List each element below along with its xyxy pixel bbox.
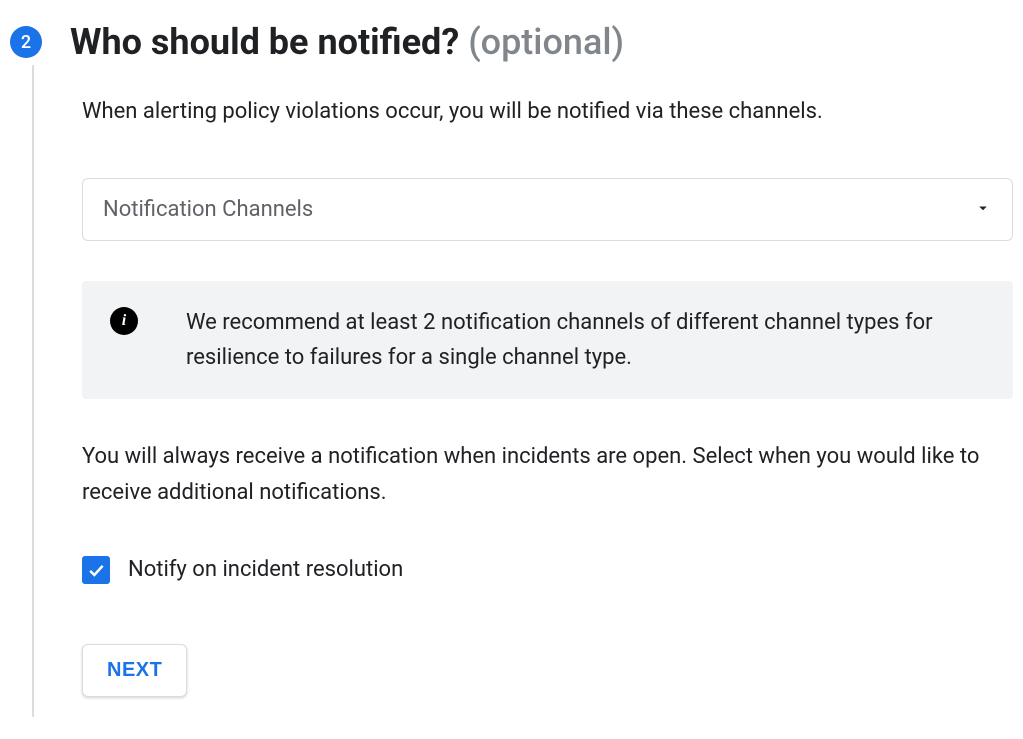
dropdown-label: Notification Channels	[103, 197, 313, 222]
notify-resolution-checkbox-row[interactable]: Notify on incident resolution	[82, 556, 1013, 584]
info-icon: i	[110, 307, 138, 335]
info-banner-text: We recommend at least 2 notification cha…	[186, 305, 985, 375]
notify-resolution-label: Notify on incident resolution	[128, 557, 403, 582]
checkmark-icon	[86, 560, 106, 580]
chevron-down-icon	[974, 199, 992, 221]
notification-channels-dropdown[interactable]: Notification Channels	[82, 178, 1013, 241]
info-banner: i We recommend at least 2 notification c…	[82, 281, 1013, 399]
step-title: Who should be notified? (optional)	[70, 20, 624, 65]
step-optional-label: (optional)	[468, 21, 624, 63]
step-body: When alerting policy violations occur, y…	[32, 65, 1013, 717]
notify-resolution-checkbox[interactable]	[82, 556, 110, 584]
step-number-badge: 2	[10, 26, 42, 58]
step-description: When alerting policy violations occur, y…	[82, 95, 1013, 128]
next-button[interactable]: NEXT	[82, 644, 187, 697]
additional-notifications-text: You will always receive a notification w…	[82, 439, 1013, 509]
step-title-text: Who should be notified?	[70, 21, 459, 63]
